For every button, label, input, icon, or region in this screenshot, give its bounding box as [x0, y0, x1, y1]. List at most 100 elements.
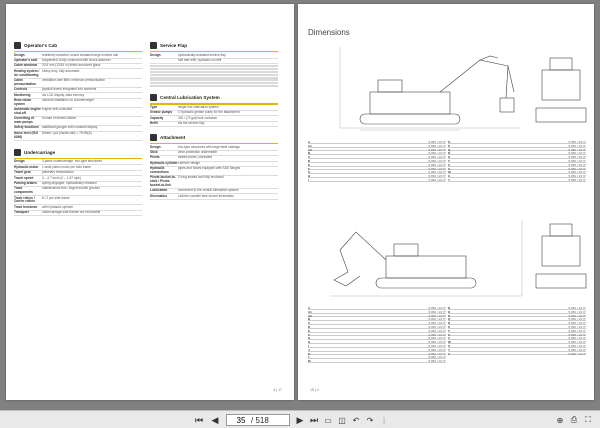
dimension-value: 5,950 / 19' 6" [568, 317, 586, 322]
dimension-key: P [448, 313, 451, 318]
spec-label: Operator's seat [14, 57, 38, 62]
page-back-icon[interactable]: ↶ [350, 414, 362, 426]
spec-value: pipes and hoses equipped with SAE flange… [178, 166, 241, 171]
spec-label: Grease pumps [150, 110, 173, 115]
dimension-key: M [308, 359, 311, 364]
spec-value: 3-piece undercarriage, box-type structur… [42, 159, 102, 164]
current-page-input[interactable] [231, 415, 251, 425]
dimension-key: U [448, 162, 451, 167]
dimension-value: 5,950 / 19' 6" [568, 328, 586, 333]
spec-label: Overriding of main pumps [14, 116, 35, 125]
dimension-value: 5,950 / 19' 6" [428, 174, 446, 179]
cab-icon [14, 42, 21, 49]
spec-value: 20.5 mm (13/16 in) tinted armoured glass [42, 63, 101, 68]
dimension-key: P [448, 143, 451, 148]
dimension-value: 5,950 / 19' 6" [568, 340, 586, 345]
spec-label: Hydraulic connections [150, 166, 169, 175]
spec-column-left: Operator's Cab Design resiliently mounted… [14, 40, 142, 217]
excavator-side-drawing-top [339, 47, 520, 131]
next-page-icon[interactable]: ▶ [294, 414, 306, 426]
spec-value: engine self-controlled [42, 107, 73, 112]
spec-label: Travel speed [14, 175, 34, 180]
spec-label: Noise level (ISO 6396) [14, 130, 39, 139]
spec-label: Automatic engine shut-off [14, 107, 41, 115]
dimension-value: 5,950 / 19' 6" [428, 359, 446, 364]
dimension-key: B [308, 317, 311, 322]
dimension-value: 5,950 / 19' 6" [428, 158, 446, 163]
dimension-value: 5,950 / 19' 6" [568, 336, 586, 341]
spec-value: Liebherr parallel face shovel kinematics [178, 193, 234, 198]
dimension-key: U [448, 332, 451, 337]
spec-label: Parking brakes [14, 180, 37, 185]
single-page-view-icon[interactable]: ▭ [322, 414, 334, 426]
dimension-key: V [448, 166, 451, 171]
spec-row: Track rollers / Carrier rollers 8 / 2 per… [14, 196, 142, 206]
dimension-key: K [308, 351, 311, 356]
dimension-key: S [448, 324, 451, 329]
spec-label: Stick [150, 150, 158, 155]
spec-label: Track components [14, 186, 33, 195]
fullscreen-icon[interactable]: ⛶ [582, 414, 594, 426]
dimension-value: 5,950 / 19' 6" [428, 336, 446, 341]
table-row: I 5,950 / 19' 6" [308, 178, 446, 182]
document-viewer[interactable]: Operator's Cab Design resiliently mounted… [0, 0, 600, 410]
spec-label: Design [150, 52, 161, 57]
dimension-value: 5,950 / 19' 6" [568, 151, 586, 156]
dimension-key: A2 [308, 147, 312, 152]
dimension-value: 5,950 / 19' 6" [568, 347, 586, 352]
dimension-key: A1 [308, 143, 312, 148]
page-title: Dimensions [308, 28, 350, 37]
dimension-key: Y [448, 177, 451, 182]
dimension-value: 5,950 / 19' 6" [428, 155, 446, 160]
section-title: Attachment [160, 135, 186, 141]
section-attachment: Attachment Design box-type structures wit… [150, 132, 278, 200]
spec-value: sealed pivots, lubricated [178, 155, 213, 160]
dimension-table-top-right: O 5,950 / 19' 6" P 5,950 / 19' 6" Q 5,950 / 1… [448, 140, 586, 182]
spec-label: Kinematics [150, 193, 168, 198]
dimension-key: I [308, 343, 309, 348]
first-page-icon[interactable]: ⏮ [193, 414, 205, 426]
dimension-key: A2 [308, 313, 312, 318]
dimension-key: T [448, 158, 450, 163]
dimension-key: O [448, 140, 451, 144]
spec-value: camera installation on counterweight [42, 97, 94, 102]
document-page-right: Dimensions A 5,950 / 19' 6" A1 5,950 / 1… [298, 4, 594, 400]
dimension-key: G [308, 170, 311, 175]
spec-value: O-ring sealed and fully enclosed [178, 175, 224, 180]
dimension-value: 5,950 / 19' 6" [428, 147, 446, 152]
table-row: M 5,950 / 19' 6" [308, 359, 446, 363]
previous-page-icon[interactable]: ◀ [209, 414, 221, 426]
spec-value: connected to the central lubrication sys… [178, 188, 239, 193]
dimension-value: 5,950 / 19' 6" [568, 324, 586, 329]
page-number: 18 | 4 [310, 388, 319, 392]
dimension-value: 5,950 / 19' 6" [428, 313, 446, 318]
dimension-key: X [448, 174, 451, 179]
section-operators-cab: Operator's Cab Design resiliently mounted… [14, 40, 142, 141]
dimension-key: S [448, 155, 451, 160]
dimension-value: 5,950 / 19' 6" [568, 177, 586, 182]
spec-row: Noise level (ISO 6396) Diesel: LpA (insid… [14, 130, 142, 141]
dimension-key: A [308, 140, 311, 144]
dimension-key: V [448, 336, 451, 341]
spec-value: maintenance-free, forged double grouser [42, 186, 100, 191]
dimension-value: 5,950 / 19' 6" [428, 140, 446, 144]
section-service-flap: Service Flap Design hydraulically actuate… [150, 40, 278, 88]
zoom-icon[interactable]: ⊕ [554, 414, 566, 426]
dimension-key: J [308, 347, 310, 352]
print-icon[interactable]: ⎙ [568, 414, 580, 426]
dimension-value: 5,950 / 19' 6" [568, 351, 586, 356]
excavator-front-drawing-bottom [535, 223, 587, 289]
dimension-value: 5,950 / 19' 6" [428, 306, 446, 310]
spec-label [150, 59, 178, 63]
spec-value: via the service flap [178, 120, 205, 125]
dimension-key: L [308, 355, 310, 360]
last-page-icon[interactable]: ⏭ [308, 414, 320, 426]
dimension-key: H [308, 174, 311, 179]
shovel-icon [150, 134, 157, 142]
dimension-value: 5,950 / 19' 6" [568, 309, 586, 314]
dimension-key: D [308, 158, 311, 163]
page-forward-icon[interactable]: ↷ [364, 414, 376, 426]
dimension-value: 5,950 / 19' 6" [428, 340, 446, 345]
dimension-value: 5,950 / 19' 6" [428, 162, 446, 167]
two-page-view-icon[interactable]: ◫ [336, 414, 348, 426]
